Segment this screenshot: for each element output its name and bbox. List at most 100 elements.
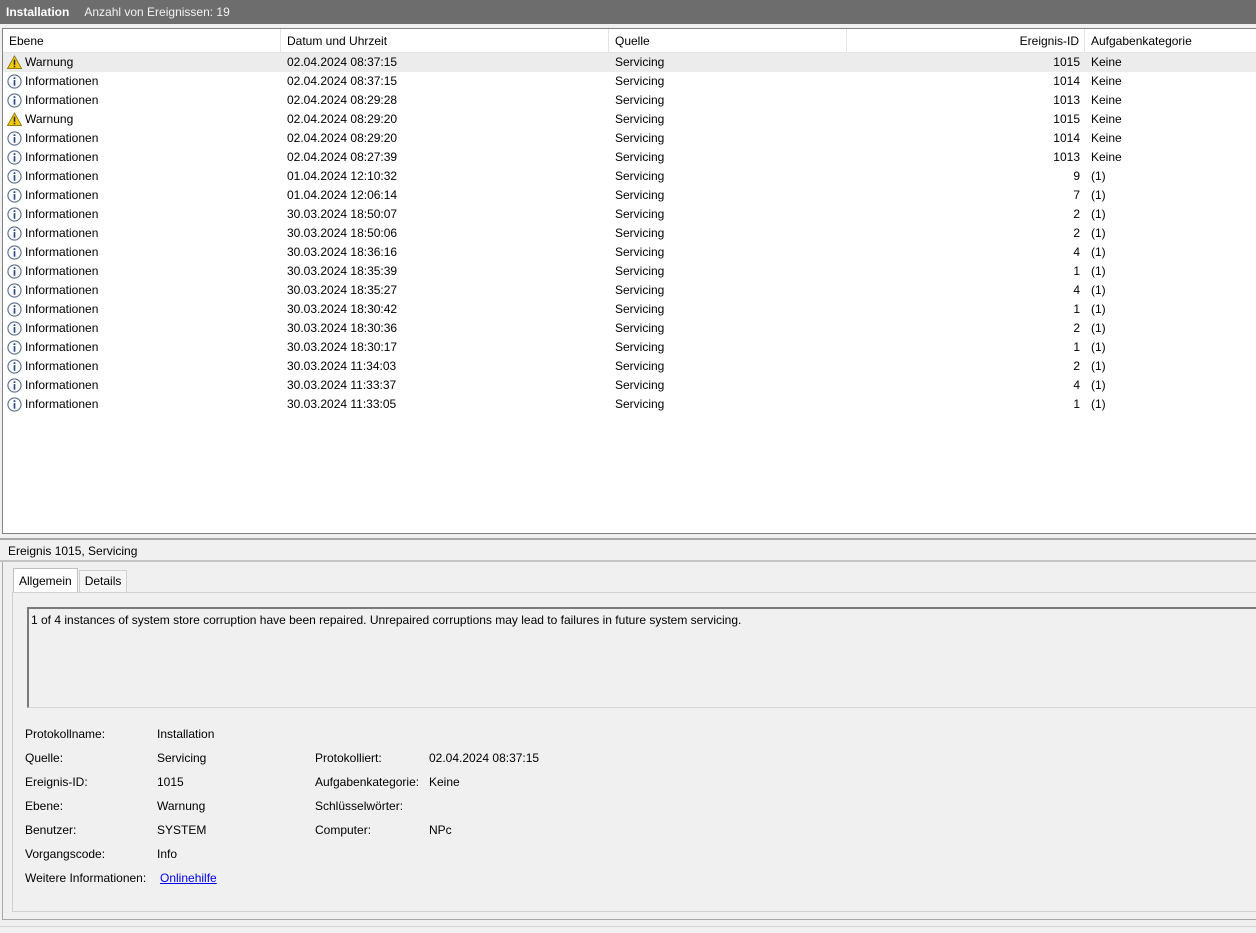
task-category-cell: (1) bbox=[1091, 245, 1106, 259]
table-row[interactable]: Informationen 30.03.2024 18:30:17 Servicin… bbox=[3, 338, 1256, 357]
source-cell: Servicing bbox=[615, 321, 665, 335]
event-id-cell: 1014 bbox=[1053, 74, 1080, 88]
level-text: Informationen bbox=[25, 207, 99, 221]
general-tab-panel: 1 of 4 instances of system store corrupt… bbox=[12, 592, 1256, 912]
tab-general[interactable]: Allgemein bbox=[13, 568, 78, 592]
table-row[interactable]: Informationen 30.03.2024 18:30:42 Servicin… bbox=[3, 300, 1256, 319]
table-row[interactable]: Informationen 02.04.2024 08:27:39 Servicin… bbox=[3, 148, 1256, 167]
table-row[interactable]: Informationen 30.03.2024 18:35:39 Servicin… bbox=[3, 262, 1256, 281]
task-category-cell: (1) bbox=[1091, 226, 1106, 240]
info-icon bbox=[7, 340, 22, 355]
info-icon bbox=[7, 150, 22, 165]
task-category-cell: (1) bbox=[1091, 359, 1106, 373]
level-text: Informationen bbox=[25, 302, 99, 316]
date-cell: 01.04.2024 12:06:14 bbox=[287, 188, 398, 202]
table-row[interactable]: Informationen 30.03.2024 18:50:07 Servicin… bbox=[3, 205, 1256, 224]
table-row[interactable]: Informationen 30.03.2024 11:33:05 Servicin… bbox=[3, 395, 1256, 414]
date-cell: 30.03.2024 18:50:06 bbox=[287, 226, 398, 240]
table-row[interactable]: Informationen 30.03.2024 18:50:06 Servicin… bbox=[3, 224, 1256, 243]
info-icon bbox=[7, 226, 22, 241]
label-computer: Computer: bbox=[315, 823, 372, 837]
tab-details[interactable]: Details bbox=[78, 570, 128, 592]
level-cell: Informationen bbox=[7, 281, 282, 300]
column-header-level[interactable]: Ebene bbox=[3, 29, 281, 53]
event-id-cell: 4 bbox=[1073, 245, 1080, 259]
info-icon bbox=[7, 93, 22, 108]
date-cell: 02.04.2024 08:27:39 bbox=[287, 150, 398, 164]
value-task-category[interactable]: Keine bbox=[429, 775, 460, 789]
value-computer[interactable]: NPc bbox=[429, 823, 452, 837]
task-category-cell: Keine bbox=[1091, 112, 1122, 126]
level-text: Informationen bbox=[25, 131, 99, 145]
column-header-event-id[interactable]: Ereignis-ID bbox=[847, 29, 1085, 53]
table-row[interactable]: Informationen 02.04.2024 08:29:20 Servicin… bbox=[3, 129, 1256, 148]
event-description[interactable]: 1 of 4 instances of system store corrupt… bbox=[27, 607, 1256, 708]
event-id-cell: 1 bbox=[1073, 264, 1080, 278]
level-cell: Informationen bbox=[7, 205, 282, 224]
table-row[interactable]: Warnung 02.04.2024 08:37:15 Servicing 1015 K… bbox=[3, 53, 1256, 72]
table-row[interactable]: Warnung 02.04.2024 08:29:20 Servicing 1015 K… bbox=[3, 110, 1256, 129]
value-user[interactable]: SYSTEM bbox=[157, 823, 206, 837]
table-row[interactable]: Informationen 30.03.2024 11:33:37 Servicin… bbox=[3, 376, 1256, 395]
event-id-cell: 2 bbox=[1073, 207, 1080, 221]
level-text: Informationen bbox=[25, 340, 99, 354]
value-level[interactable]: Warnung bbox=[157, 799, 205, 813]
source-cell: Servicing bbox=[615, 207, 665, 221]
level-cell: Informationen bbox=[7, 319, 282, 338]
value-log-name[interactable]: Installation bbox=[157, 727, 214, 741]
info-icon bbox=[7, 302, 22, 317]
table-row[interactable]: Informationen 02.04.2024 08:29:28 Servicin… bbox=[3, 91, 1256, 110]
info-icon bbox=[7, 188, 22, 203]
level-text: Informationen bbox=[25, 150, 99, 164]
table-row[interactable]: Informationen 30.03.2024 11:34:03 Servicin… bbox=[3, 357, 1256, 376]
warning-icon bbox=[6, 55, 23, 70]
label-logged: Protokolliert: bbox=[315, 751, 382, 765]
table-row[interactable]: Informationen 30.03.2024 18:36:16 Servicin… bbox=[3, 243, 1256, 262]
info-icon bbox=[7, 207, 22, 222]
label-source: Quelle: bbox=[25, 751, 64, 765]
table-row[interactable]: Informationen 01.04.2024 12:10:32 Servicin… bbox=[3, 167, 1256, 186]
label-user: Benutzer: bbox=[25, 823, 77, 837]
task-category-cell: (1) bbox=[1091, 321, 1106, 335]
column-header-date[interactable]: Datum und Uhrzeit bbox=[281, 29, 609, 53]
level-text: Informationen bbox=[25, 397, 99, 411]
online-help-link[interactable]: Onlinehilfe bbox=[160, 871, 217, 885]
table-row[interactable]: Informationen 01.04.2024 12:06:14 Servicin… bbox=[3, 186, 1256, 205]
task-category-cell: (1) bbox=[1091, 302, 1106, 316]
column-header-task-category[interactable]: Aufgabenkategorie bbox=[1085, 29, 1256, 53]
date-cell: 30.03.2024 18:30:42 bbox=[287, 302, 398, 316]
level-cell: Informationen bbox=[7, 167, 282, 186]
level-text: Informationen bbox=[25, 378, 99, 392]
level-cell: Informationen bbox=[7, 262, 282, 281]
task-category-cell: Keine bbox=[1091, 150, 1122, 164]
event-id-cell: 1 bbox=[1073, 397, 1080, 411]
event-id-cell: 2 bbox=[1073, 359, 1080, 373]
event-list[interactable]: Ebene Datum und Uhrzeit Quelle Ereignis-… bbox=[2, 28, 1256, 534]
level-cell: Informationen bbox=[7, 338, 282, 357]
value-source[interactable]: Servicing bbox=[157, 751, 206, 765]
value-event-id[interactable]: 1015 bbox=[157, 775, 184, 789]
task-category-cell: (1) bbox=[1091, 340, 1106, 354]
source-cell: Servicing bbox=[615, 150, 665, 164]
task-category-cell: (1) bbox=[1091, 283, 1106, 297]
source-cell: Servicing bbox=[615, 245, 665, 259]
table-row[interactable]: Informationen 30.03.2024 18:30:36 Servicin… bbox=[3, 319, 1256, 338]
table-row[interactable]: Informationen 02.04.2024 08:37:15 Servicin… bbox=[3, 72, 1256, 91]
event-list-body: Warnung 02.04.2024 08:37:15 Servicing 1015 K… bbox=[3, 53, 1256, 414]
date-cell: 01.04.2024 12:10:32 bbox=[287, 169, 398, 183]
event-id-cell: 9 bbox=[1073, 169, 1080, 183]
title-bar: Installation Anzahl von Ereignissen: 19 bbox=[0, 0, 1256, 24]
value-opcode[interactable]: Info bbox=[157, 847, 177, 861]
info-icon bbox=[7, 397, 22, 412]
event-id-cell: 1015 bbox=[1053, 55, 1080, 69]
level-text: Informationen bbox=[25, 245, 99, 259]
task-category-cell: (1) bbox=[1091, 264, 1106, 278]
value-logged[interactable]: 02.04.2024 08:37:15 bbox=[429, 751, 539, 765]
column-header-source[interactable]: Quelle bbox=[609, 29, 847, 53]
event-id-cell: 1014 bbox=[1053, 131, 1080, 145]
table-row[interactable]: Informationen 30.03.2024 18:35:27 Servicin… bbox=[3, 281, 1256, 300]
source-cell: Servicing bbox=[615, 359, 665, 373]
source-cell: Servicing bbox=[615, 188, 665, 202]
level-text: Informationen bbox=[25, 226, 99, 240]
source-cell: Servicing bbox=[615, 55, 665, 69]
